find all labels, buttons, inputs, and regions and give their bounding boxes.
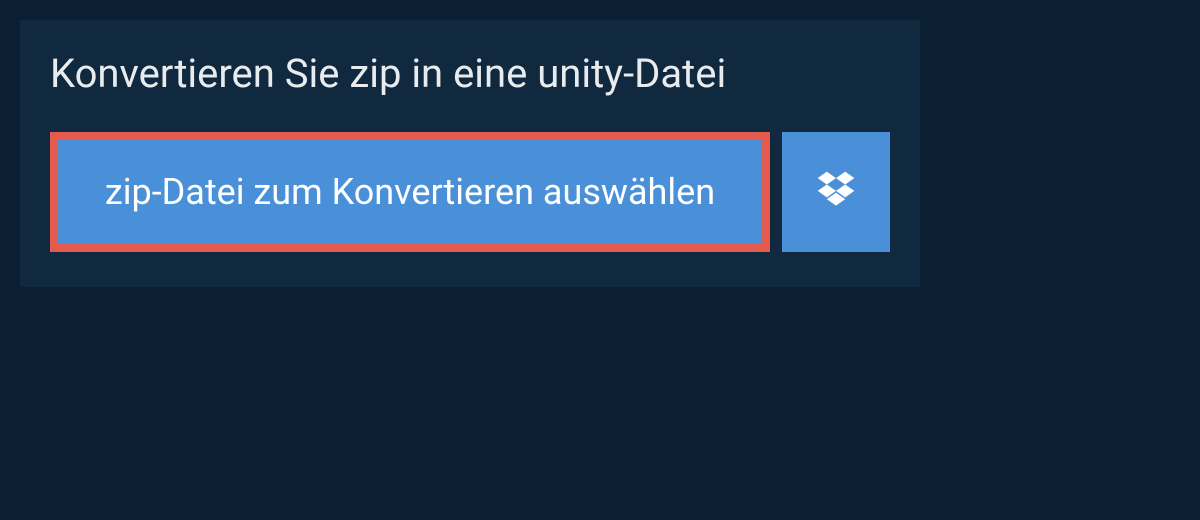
select-file-button[interactable]: zip-Datei zum Konvertieren auswählen [50,132,770,252]
converter-panel: Konvertieren Sie zip in eine unity-Datei… [20,20,920,287]
dropbox-button[interactable] [782,132,890,252]
select-file-label: zip-Datei zum Konvertieren auswählen [105,171,715,213]
button-row: zip-Datei zum Konvertieren auswählen [20,132,920,252]
dropbox-icon [814,168,858,216]
panel-heading: Konvertieren Sie zip in eine unity-Datei [20,20,920,132]
